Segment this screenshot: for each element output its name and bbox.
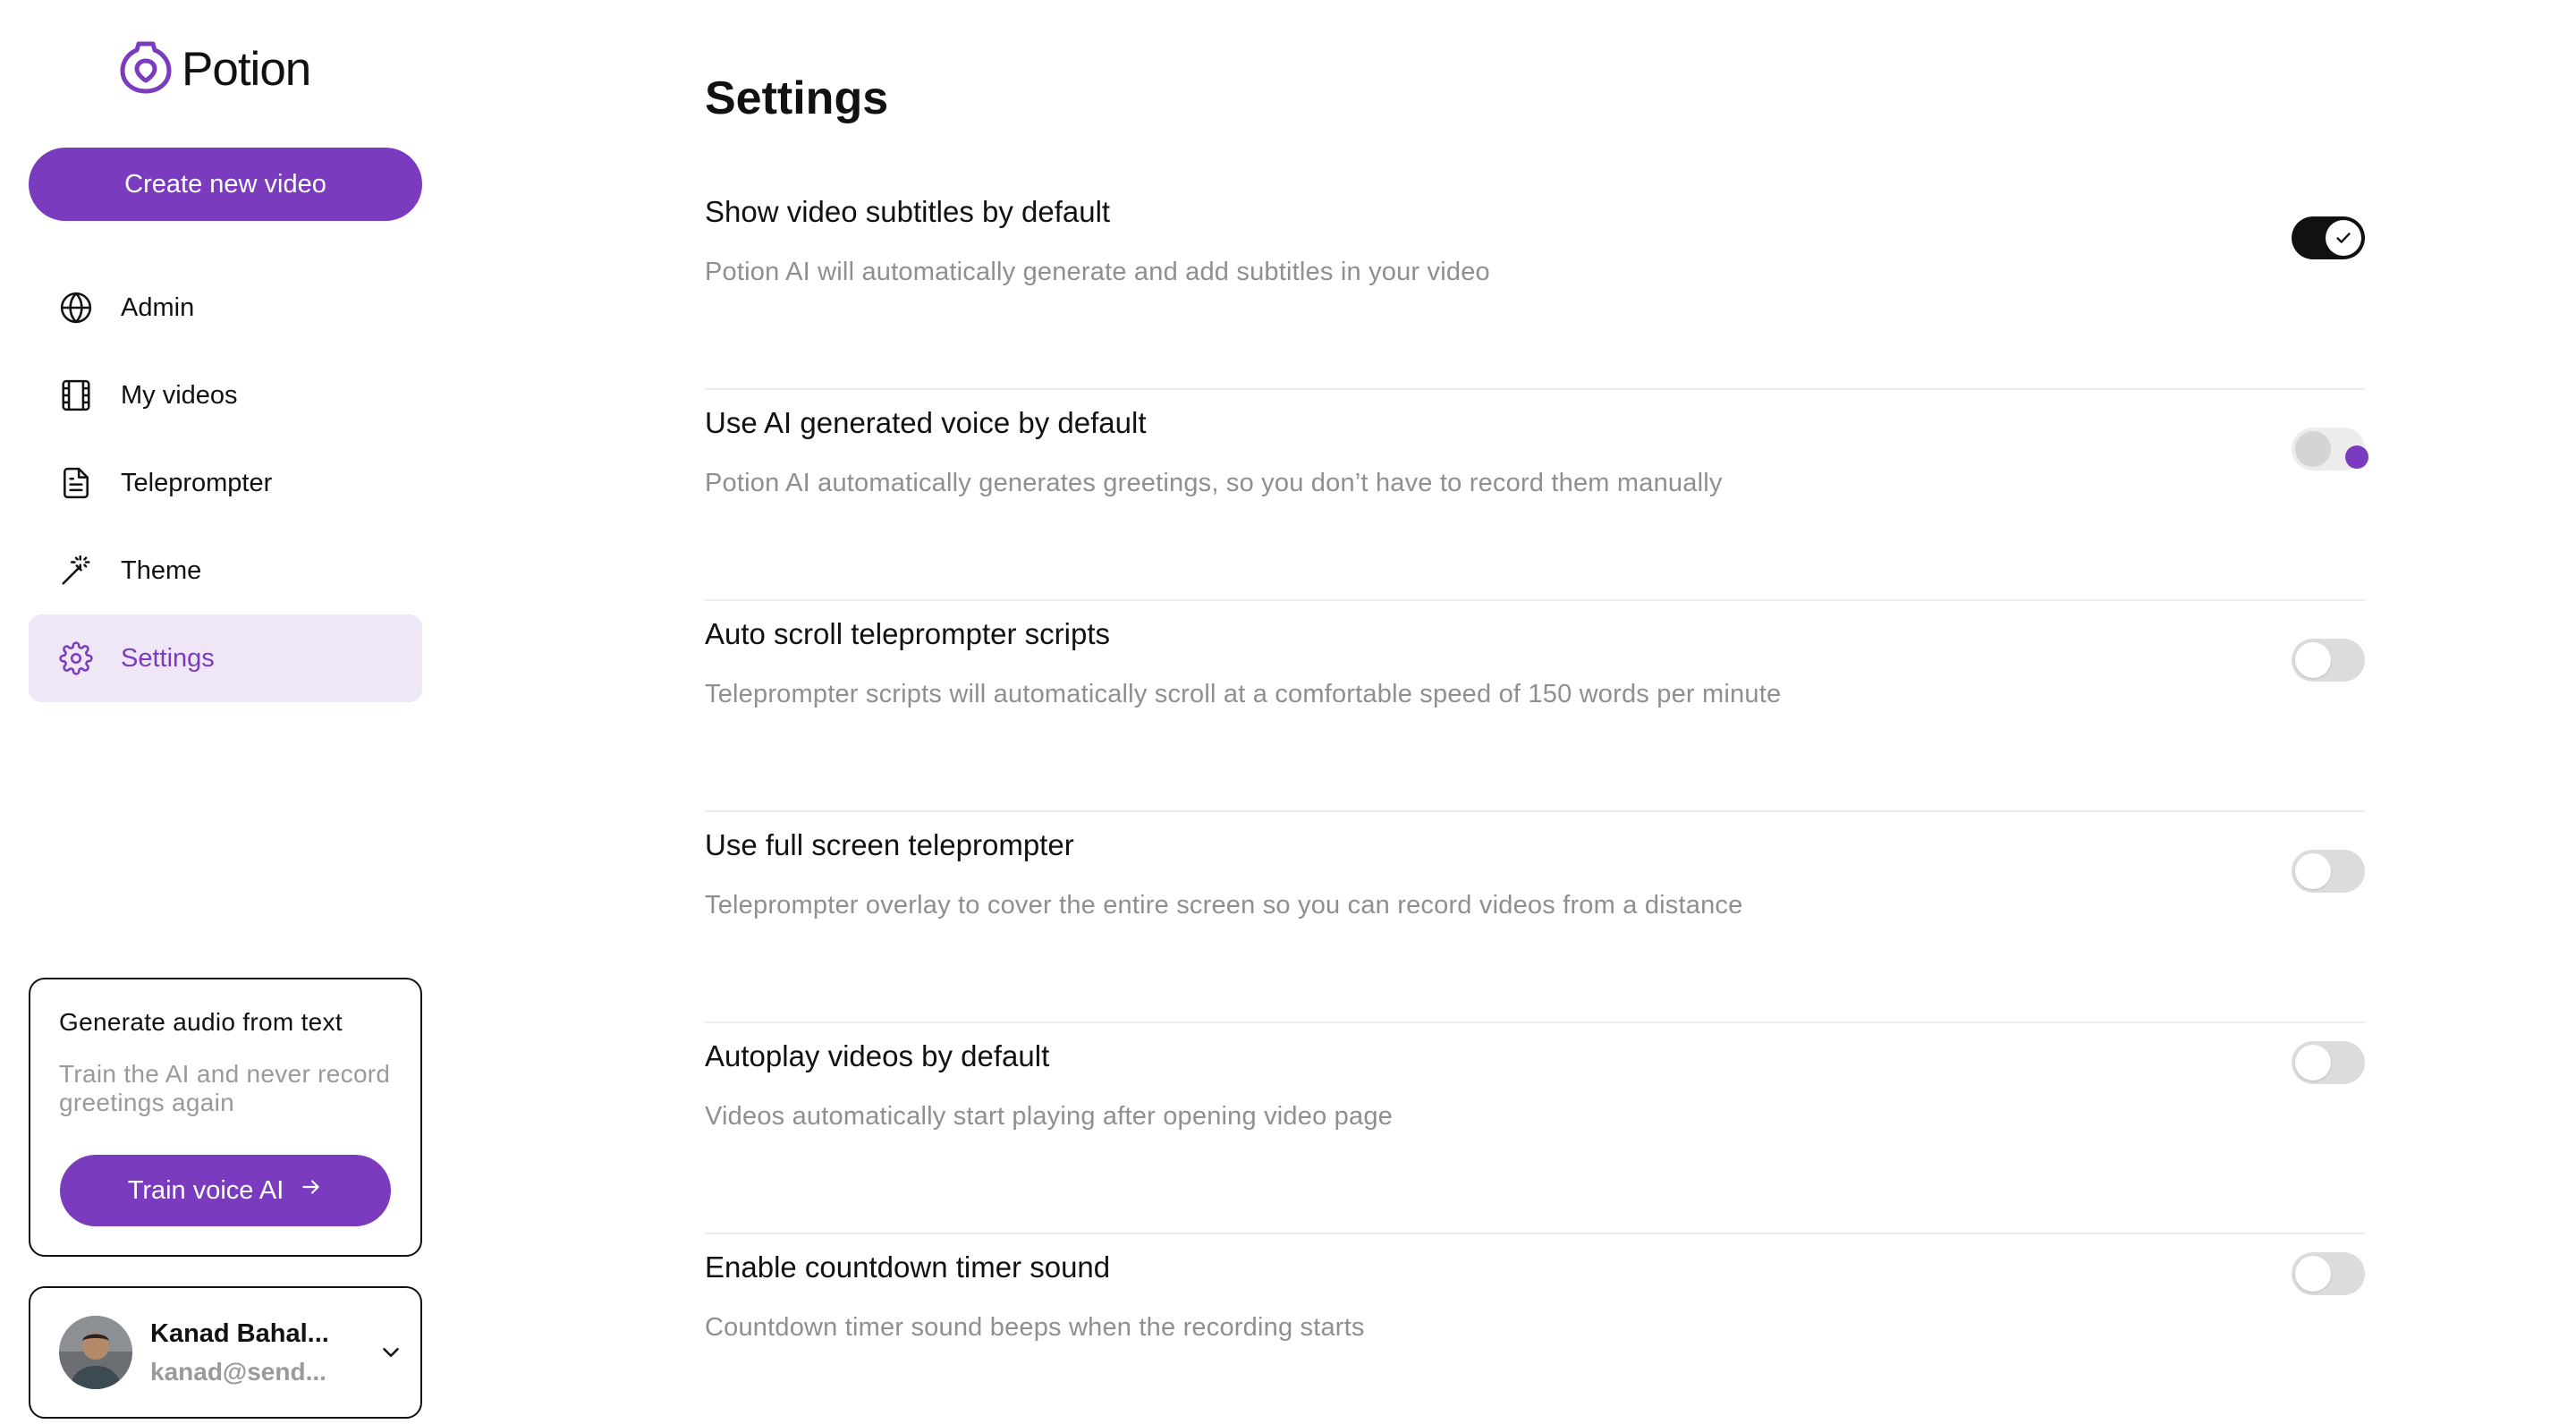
sidebar-item-settings[interactable]: Settings: [29, 615, 422, 702]
setting-autoplay: Autoplay videos by default Videos automa…: [705, 1023, 2365, 1234]
setting-title: Auto scroll teleprompter scripts: [705, 617, 1110, 650]
setting-countdown-sound: Enable countdown timer sound Countdown t…: [705, 1234, 2365, 1424]
sidebar-item-label: Settings: [121, 643, 215, 673]
user-account-menu[interactable]: Kanad Bahal... kanad@send...: [29, 1286, 422, 1419]
setting-description: Teleprompter overlay to cover the entire…: [705, 891, 1743, 920]
countdown-sound-toggle[interactable]: [2292, 1252, 2365, 1295]
film-icon: [58, 377, 94, 413]
sidebar-item-label: Admin: [121, 292, 195, 322]
train-voice-ai-label: Train voice AI: [127, 1175, 284, 1205]
setting-title: Show video subtitles by default: [705, 195, 1111, 228]
globe-icon: [58, 290, 94, 326]
setting-description: Videos automatically start playing after…: [705, 1102, 1393, 1131]
user-name: Kanad Bahal...: [150, 1318, 329, 1348]
logo[interactable]: Potion: [119, 39, 311, 99]
setting-ai-voice: Use AI generated voice by default Potion…: [705, 390, 2368, 601]
avatar: [59, 1316, 132, 1389]
autoplay-toggle[interactable]: [2292, 1041, 2365, 1084]
page-title: Settings: [705, 72, 889, 124]
ai-voice-toggle[interactable]: [2292, 428, 2368, 470]
promo-description: Train the AI and never record greetings …: [59, 1060, 391, 1116]
document-icon: [58, 465, 94, 501]
settings-list: Show video subtitles by default Potion A…: [705, 179, 2368, 1424]
sidebar-item-teleprompter[interactable]: Teleprompter: [29, 439, 422, 527]
subtitles-toggle[interactable]: [2292, 216, 2365, 259]
gear-icon: [58, 640, 94, 676]
sidebar: Potion Create new video Admin My videos: [0, 0, 447, 1424]
user-email: kanad@send...: [150, 1357, 326, 1386]
create-new-video-button[interactable]: Create new video: [29, 148, 422, 221]
checkmark-icon: [2336, 233, 2351, 243]
setting-title: Autoplay videos by default: [705, 1039, 1050, 1072]
setting-title: Use full screen teleprompter: [705, 828, 1074, 861]
full-screen-toggle[interactable]: [2292, 850, 2365, 893]
logo-text: Potion: [182, 43, 311, 96]
sidebar-item-label: My videos: [121, 380, 238, 410]
setting-full-screen: Use full screen teleprompter Teleprompte…: [705, 812, 2365, 1023]
sidebar-item-label: Teleprompter: [121, 468, 273, 497]
setting-description: Potion AI automatically generates greeti…: [705, 469, 1723, 497]
setting-description: Teleprompter scripts will automatically …: [705, 680, 1782, 708]
auto-scroll-toggle[interactable]: [2292, 639, 2365, 682]
arrow-right-icon: [284, 1175, 323, 1206]
sidebar-item-admin[interactable]: Admin: [29, 264, 422, 352]
setting-description: Potion AI will automatically generate an…: [705, 258, 1490, 286]
setting-title: Use AI generated voice by default: [705, 406, 1147, 439]
setting-description: Countdown timer sound beeps when the rec…: [705, 1313, 1365, 1342]
sidebar-item-theme[interactable]: Theme: [29, 527, 422, 615]
magic-wand-icon: [58, 553, 94, 589]
generate-audio-promo-card: Generate audio from text Train the AI an…: [29, 978, 422, 1257]
chevron-down-icon[interactable]: [377, 1339, 404, 1366]
setting-auto-scroll: Auto scroll teleprompter scripts Telepro…: [705, 601, 2365, 812]
sidebar-item-my-videos[interactable]: My videos: [29, 352, 422, 439]
sidebar-item-label: Theme: [121, 555, 202, 585]
setting-subtitles: Show video subtitles by default Potion A…: [705, 179, 2365, 390]
setting-title: Enable countdown timer sound: [705, 1250, 1111, 1284]
loading-dot-icon: [2345, 445, 2368, 469]
potion-logo-icon: [119, 39, 173, 99]
train-voice-ai-button[interactable]: Train voice AI: [60, 1155, 391, 1226]
sidebar-nav: Admin My videos Teleprompter Theme Setti…: [29, 264, 422, 702]
promo-title: Generate audio from text: [59, 1008, 343, 1036]
